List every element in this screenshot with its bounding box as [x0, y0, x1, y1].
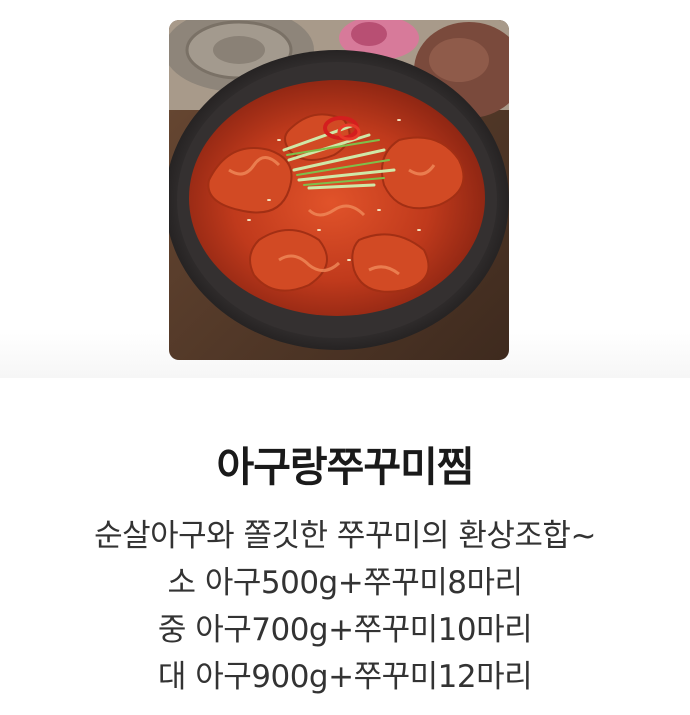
description-line: 중 아구700g+쭈꾸미10마리 [157, 612, 533, 648]
menu-title: 아구랑쭈꾸미찜 [216, 443, 474, 491]
description-line: 대 아구900g+쭈꾸미12마리 [157, 659, 533, 695]
menu-description: 순살아구와 쫄깃한 쭈꾸미의 환상조합~ 소 아구500g+쭈꾸미8마리 중 아… [0, 513, 690, 701]
description-line: 소 아구500g+쭈꾸미8마리 [167, 565, 523, 601]
menu-detail-page: 아구랑쭈꾸미찜 순살아구와 쫄깃한 쭈꾸미의 환상조합~ 소 아구500g+쭈꾸… [0, 0, 690, 715]
image-section [0, 0, 690, 378]
description-line: 순살아구와 쫄깃한 쭈꾸미의 환상조합~ [94, 518, 596, 554]
menu-photo [169, 20, 509, 360]
